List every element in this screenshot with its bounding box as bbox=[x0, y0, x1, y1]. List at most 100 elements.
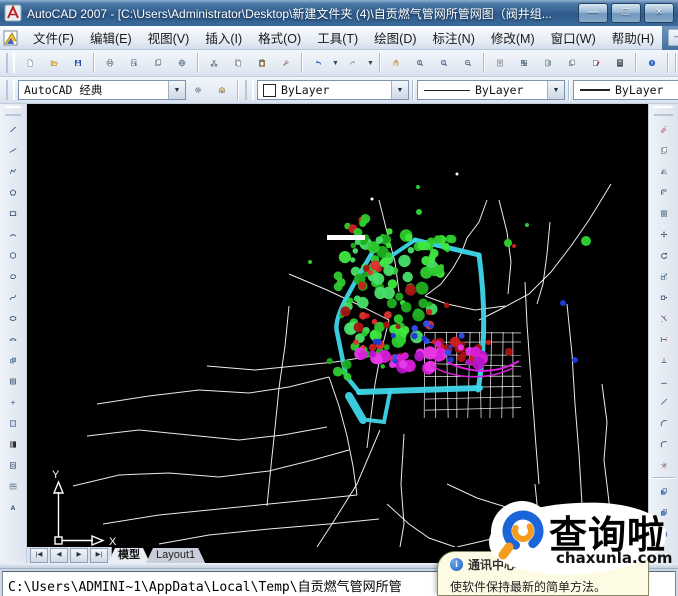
ellipse-arc-button[interactable] bbox=[2, 329, 24, 349]
menu-help[interactable]: 帮助(H) bbox=[604, 25, 662, 50]
menu-window[interactable]: 窗口(W) bbox=[543, 25, 604, 50]
undo-button-dropdown-arrow[interactable]: ▼ bbox=[330, 52, 341, 74]
tab-next-button[interactable]: ▶ bbox=[70, 548, 88, 563]
tab-prev-button[interactable]: ◀ bbox=[50, 548, 68, 563]
workspace-settings-button[interactable] bbox=[187, 79, 209, 101]
publish-web-button[interactable] bbox=[171, 52, 193, 74]
markup-button[interactable] bbox=[585, 52, 607, 74]
zoom-previous-button[interactable] bbox=[457, 52, 479, 74]
redo-button-dropdown-arrow[interactable]: ▼ bbox=[365, 52, 376, 74]
undo-button[interactable] bbox=[307, 52, 329, 74]
mirror-button[interactable] bbox=[653, 161, 675, 181]
erase-button[interactable] bbox=[653, 119, 675, 139]
chamfer-button[interactable] bbox=[653, 413, 675, 433]
chevron-down-icon[interactable]: ▼ bbox=[391, 81, 408, 99]
menu-tools[interactable]: 工具(T) bbox=[309, 25, 366, 50]
match-properties-button[interactable] bbox=[275, 52, 297, 74]
open-button[interactable] bbox=[43, 52, 65, 74]
color-control-dropdown[interactable]: ByLayer ▼ bbox=[257, 80, 409, 100]
lineweight-control-dropdown[interactable]: ByLayer bbox=[573, 80, 678, 100]
designcenter-button[interactable] bbox=[513, 52, 535, 74]
scale-button[interactable] bbox=[653, 266, 675, 286]
table-button[interactable] bbox=[2, 476, 24, 496]
drawing-canvas[interactable]: YX bbox=[27, 104, 648, 547]
copy-button[interactable] bbox=[653, 140, 675, 160]
tab-layout1[interactable]: Layout1 bbox=[146, 548, 205, 563]
arc-button[interactable] bbox=[2, 224, 24, 244]
quickcalc-button[interactable] bbox=[609, 52, 631, 74]
plot-button[interactable] bbox=[99, 52, 121, 74]
plot-preview-button[interactable] bbox=[123, 52, 145, 74]
sheet-set-manager-button[interactable] bbox=[561, 52, 583, 74]
offset-button[interactable] bbox=[653, 182, 675, 202]
revision-cloud-button[interactable] bbox=[2, 266, 24, 286]
fillet-button[interactable] bbox=[653, 434, 675, 454]
save-button[interactable] bbox=[67, 52, 89, 74]
spline-button[interactable] bbox=[2, 287, 24, 307]
insert-block-button[interactable] bbox=[2, 350, 24, 370]
region-button[interactable] bbox=[2, 455, 24, 475]
ellipse-button[interactable] bbox=[2, 308, 24, 328]
rotate-button[interactable] bbox=[653, 245, 675, 265]
menu-edit[interactable]: 编辑(E) bbox=[82, 25, 140, 50]
menu-modify[interactable]: 修改(M) bbox=[483, 25, 543, 50]
explode-button[interactable] bbox=[653, 455, 675, 475]
publish-button[interactable] bbox=[147, 52, 169, 74]
join-button[interactable] bbox=[653, 392, 675, 412]
menu-dimension[interactable]: 标注(N) bbox=[425, 25, 483, 50]
rectangle-button[interactable] bbox=[2, 203, 24, 223]
toolbar-grip[interactable] bbox=[654, 106, 673, 116]
tab-first-button[interactable]: |◀ bbox=[30, 548, 48, 563]
workspace-dropdown[interactable]: AutoCAD 经典 ▼ bbox=[18, 80, 186, 100]
chevron-down-icon[interactable]: ▼ bbox=[168, 81, 185, 99]
hatch-button[interactable] bbox=[2, 413, 24, 433]
my-workspace-button[interactable] bbox=[211, 79, 233, 101]
array-button[interactable] bbox=[653, 203, 675, 223]
cut-button[interactable] bbox=[203, 52, 225, 74]
multiline-text-button[interactable]: A bbox=[2, 497, 24, 517]
chevron-down-icon[interactable]: ▼ bbox=[547, 81, 564, 99]
polyline-button[interactable] bbox=[2, 161, 24, 181]
close-button[interactable]: × bbox=[644, 3, 674, 23]
tab-last-button[interactable]: ▶| bbox=[90, 548, 108, 563]
menu-file[interactable]: 文件(F) bbox=[25, 25, 82, 50]
make-block-button[interactable] bbox=[2, 371, 24, 391]
extend-button[interactable] bbox=[653, 329, 675, 349]
linetype-control-dropdown[interactable]: ByLayer ▼ bbox=[417, 80, 565, 100]
paste-button[interactable] bbox=[251, 52, 273, 74]
toolbar-grip[interactable] bbox=[245, 80, 254, 100]
draw-order-front-button[interactable] bbox=[653, 481, 675, 501]
menu-insert[interactable]: 插入(I) bbox=[197, 25, 250, 50]
polygon-button[interactable] bbox=[2, 182, 24, 202]
redo-button[interactable] bbox=[342, 52, 364, 74]
circle-button[interactable] bbox=[2, 245, 24, 265]
menu-format[interactable]: 格式(O) bbox=[250, 25, 309, 50]
copy-clip-button[interactable] bbox=[227, 52, 249, 74]
mdi-minimize-button[interactable]: — bbox=[668, 29, 678, 46]
help-button[interactable]: ? bbox=[641, 52, 663, 74]
tool-palettes-button[interactable] bbox=[537, 52, 559, 74]
menu-view[interactable]: 视图(V) bbox=[140, 25, 198, 50]
maximize-button[interactable]: □ bbox=[611, 3, 641, 23]
break-at-point-button[interactable] bbox=[653, 350, 675, 370]
new-button[interactable] bbox=[19, 52, 41, 74]
zoom-realtime-button[interactable] bbox=[409, 52, 431, 74]
zoom-window-button[interactable] bbox=[433, 52, 455, 74]
trim-button[interactable] bbox=[653, 308, 675, 328]
toolbar-grip[interactable] bbox=[6, 53, 15, 73]
toolbar-grip[interactable] bbox=[6, 80, 15, 100]
tab-model[interactable]: 模型 bbox=[108, 548, 150, 563]
minimize-button[interactable]: — bbox=[578, 3, 608, 23]
gradient-button[interactable] bbox=[2, 434, 24, 454]
point-button[interactable] bbox=[2, 392, 24, 412]
pan-button[interactable] bbox=[385, 52, 407, 74]
toolbar-grip[interactable] bbox=[5, 106, 21, 116]
menu-draw[interactable]: 绘图(D) bbox=[366, 25, 424, 50]
properties-button[interactable] bbox=[489, 52, 511, 74]
break-button[interactable] bbox=[653, 371, 675, 391]
stretch-button[interactable] bbox=[653, 287, 675, 307]
line-button[interactable] bbox=[2, 119, 24, 139]
construction-line-button[interactable] bbox=[2, 140, 24, 160]
move-button[interactable] bbox=[653, 224, 675, 244]
command-line-text[interactable]: C:\Users\ADMINI~1\AppData\Local\Temp\自贡燃… bbox=[8, 576, 402, 595]
